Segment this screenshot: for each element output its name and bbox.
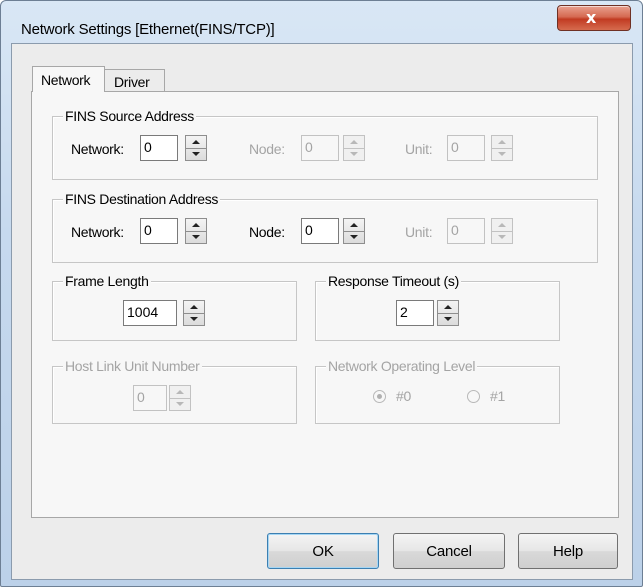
level-0-label: #0 xyxy=(396,388,411,404)
spin-down-icon xyxy=(176,402,184,406)
host-link-group: Host Link Unit Number 0 xyxy=(52,358,297,424)
fins-destination-group: FINS Destination Address Network: 0 Node… xyxy=(52,191,598,263)
fins-source-title: FINS Source Address xyxy=(63,108,196,124)
spin-down-icon xyxy=(444,317,452,321)
source-node-input: 0 xyxy=(301,135,339,161)
host-link-input: 0 xyxy=(133,385,167,411)
spin-down-icon xyxy=(192,152,200,156)
spin-up-icon xyxy=(190,305,198,309)
destination-network-spinner[interactable] xyxy=(185,218,207,244)
title-bar[interactable]: Network Settings [Ethernet(FINS/TCP)] x xyxy=(1,1,642,41)
destination-node-label: Node: xyxy=(249,224,285,240)
tab-network[interactable]: Network xyxy=(32,66,105,92)
frame-length-title: Frame Length xyxy=(63,273,151,289)
response-timeout-input[interactable]: 2 xyxy=(396,300,434,326)
spin-up-icon xyxy=(444,305,452,309)
source-unit-spinner xyxy=(491,135,513,161)
source-node-label: Node: xyxy=(249,141,285,157)
destination-node-spinner[interactable] xyxy=(343,218,365,244)
source-unit-input: 0 xyxy=(447,135,485,161)
spin-down-icon xyxy=(192,235,200,239)
network-level-title: Network Operating Level xyxy=(326,358,478,374)
spin-down-icon xyxy=(498,235,506,239)
spin-up-icon xyxy=(176,390,184,394)
spin-up-icon xyxy=(350,140,358,144)
spin-down-icon xyxy=(498,152,506,156)
spin-down-icon xyxy=(350,235,358,239)
level-1-label: #1 xyxy=(490,388,505,404)
level-0-radio xyxy=(373,390,386,403)
dialog-client-area: Network Driver FINS Source Address Netwo… xyxy=(11,43,633,580)
destination-network-label: Network: xyxy=(71,224,124,240)
spin-up-icon xyxy=(498,223,506,227)
window-title: Network Settings [Ethernet(FINS/TCP)] xyxy=(21,21,275,38)
destination-node-input[interactable]: 0 xyxy=(301,218,339,244)
fins-source-group: FINS Source Address Network: 0 Node: 0 U… xyxy=(52,108,598,180)
spin-up-icon xyxy=(192,140,200,144)
destination-unit-spinner xyxy=(491,218,513,244)
cancel-button[interactable]: Cancel xyxy=(393,533,505,569)
level-1-radio xyxy=(467,390,480,403)
spin-up-icon xyxy=(498,140,506,144)
help-button[interactable]: Help xyxy=(518,533,618,569)
destination-network-input[interactable]: 0 xyxy=(140,218,178,244)
network-settings-dialog: Network Settings [Ethernet(FINS/TCP)] x … xyxy=(0,0,643,587)
close-icon: x xyxy=(586,8,597,27)
response-timeout-group: Response Timeout (s) 2 xyxy=(315,273,560,341)
host-link-spinner xyxy=(169,385,191,411)
host-link-title: Host Link Unit Number xyxy=(63,358,202,374)
frame-length-input[interactable]: 1004 xyxy=(123,300,177,326)
frame-length-group: Frame Length 1004 xyxy=(52,273,297,341)
source-unit-label: Unit: xyxy=(405,141,433,157)
frame-length-spinner[interactable] xyxy=(183,300,205,326)
destination-unit-label: Unit: xyxy=(405,224,433,240)
spin-up-icon xyxy=(192,223,200,227)
network-tab-panel: FINS Source Address Network: 0 Node: 0 U… xyxy=(31,91,619,518)
ok-button[interactable]: OK xyxy=(267,533,379,569)
spin-up-icon xyxy=(350,223,358,227)
spin-down-icon xyxy=(350,152,358,156)
close-button[interactable]: x xyxy=(557,5,631,31)
destination-unit-input: 0 xyxy=(447,218,485,244)
fins-destination-title: FINS Destination Address xyxy=(63,191,221,207)
response-timeout-title: Response Timeout (s) xyxy=(326,273,461,289)
source-network-spinner[interactable] xyxy=(185,135,207,161)
source-network-input[interactable]: 0 xyxy=(140,135,178,161)
network-level-group: Network Operating Level #0 #1 xyxy=(315,358,560,424)
tab-driver[interactable]: Driver xyxy=(104,69,165,91)
response-timeout-spinner[interactable] xyxy=(437,300,459,326)
spin-down-icon xyxy=(190,317,198,321)
source-node-spinner xyxy=(343,135,365,161)
source-network-label: Network: xyxy=(71,141,124,157)
